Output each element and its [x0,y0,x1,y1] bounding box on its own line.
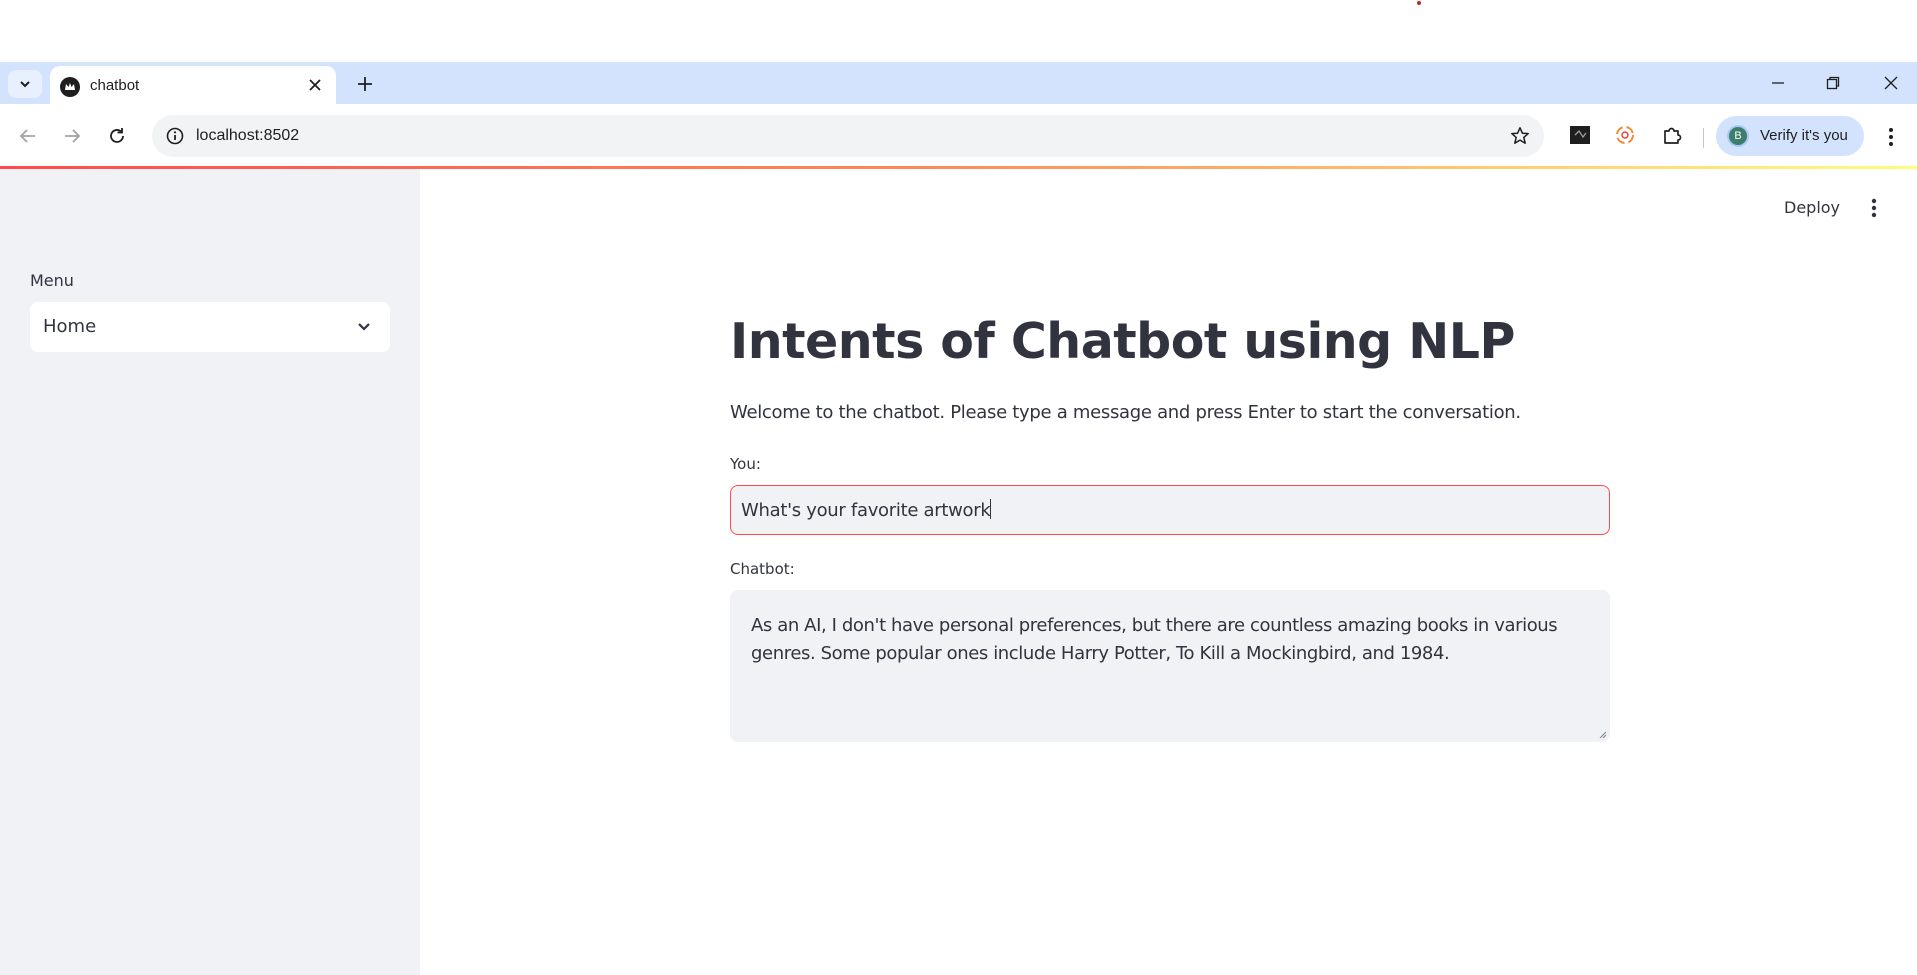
top-blank-strip [0,0,1917,62]
app-menu-icon[interactable] [1860,194,1888,222]
extensions-puzzle-icon[interactable] [1657,120,1687,150]
you-label: You: [730,455,761,473]
streamlit-crown-icon [60,77,80,97]
user-message-value: What's your favorite artwork [741,499,992,521]
window-close-icon[interactable] [1876,68,1906,98]
sidebar: Menu Home [0,169,420,975]
chatbot-response-text: As an AI, I don't have personal preferen… [751,615,1558,664]
user-message-input[interactable]: What's your favorite artwork [730,485,1610,535]
verify-label: Verify it's you [1760,127,1848,144]
menu-select[interactable]: Home [30,302,390,352]
profile-verify-button[interactable]: B Verify it's you [1716,116,1864,156]
chatbot-label: Chatbot: [730,560,795,578]
restore-icon[interactable] [1818,68,1848,98]
bookmark-star-icon[interactable] [1508,124,1532,148]
indicator-dot [1417,1,1421,5]
site-info-icon[interactable] [164,125,186,147]
toolbar-separator [1703,128,1704,148]
minimize-icon[interactable] [1763,68,1793,98]
browser-menu-icon[interactable] [1876,122,1906,152]
address-bar[interactable]: localhost:8502 [152,115,1544,157]
extension-dark-icon[interactable] [1565,120,1595,150]
page-title: Intents of Chatbot using NLP [730,313,1515,370]
reload-icon[interactable] [101,120,133,152]
browser-toolbar: localhost:8502 B Verify it's you [0,104,1917,168]
tab-title: chatbot [90,77,140,94]
chatbot-response-textarea[interactable]: As an AI, I don't have personal preferen… [730,590,1610,742]
chevron-down-icon [20,81,30,88]
url-text: localhost:8502 [196,127,300,144]
browser-tab-bar: chatbot [0,62,1917,104]
menu-selected-value: Home [43,316,97,337]
chevron-down-icon [354,317,374,337]
forward-arrow-icon[interactable] [56,120,88,152]
browser-tab[interactable]: chatbot [50,66,336,104]
new-tab-plus-icon[interactable] [350,70,380,98]
welcome-text: Welcome to the chatbot. Please type a me… [730,402,1521,423]
avatar: B [1727,125,1749,147]
streamlit-app: Menu Home Deploy Intents of Chatbot usin… [0,169,1917,975]
back-arrow-icon[interactable] [12,120,44,152]
tab-search-button[interactable] [8,70,42,98]
close-icon[interactable] [304,74,326,96]
deploy-button[interactable]: Deploy [1776,194,1848,222]
extension-orange-icon[interactable] [1610,120,1640,150]
resize-handle-icon[interactable] [1597,729,1607,739]
menu-label: Menu [30,271,74,290]
